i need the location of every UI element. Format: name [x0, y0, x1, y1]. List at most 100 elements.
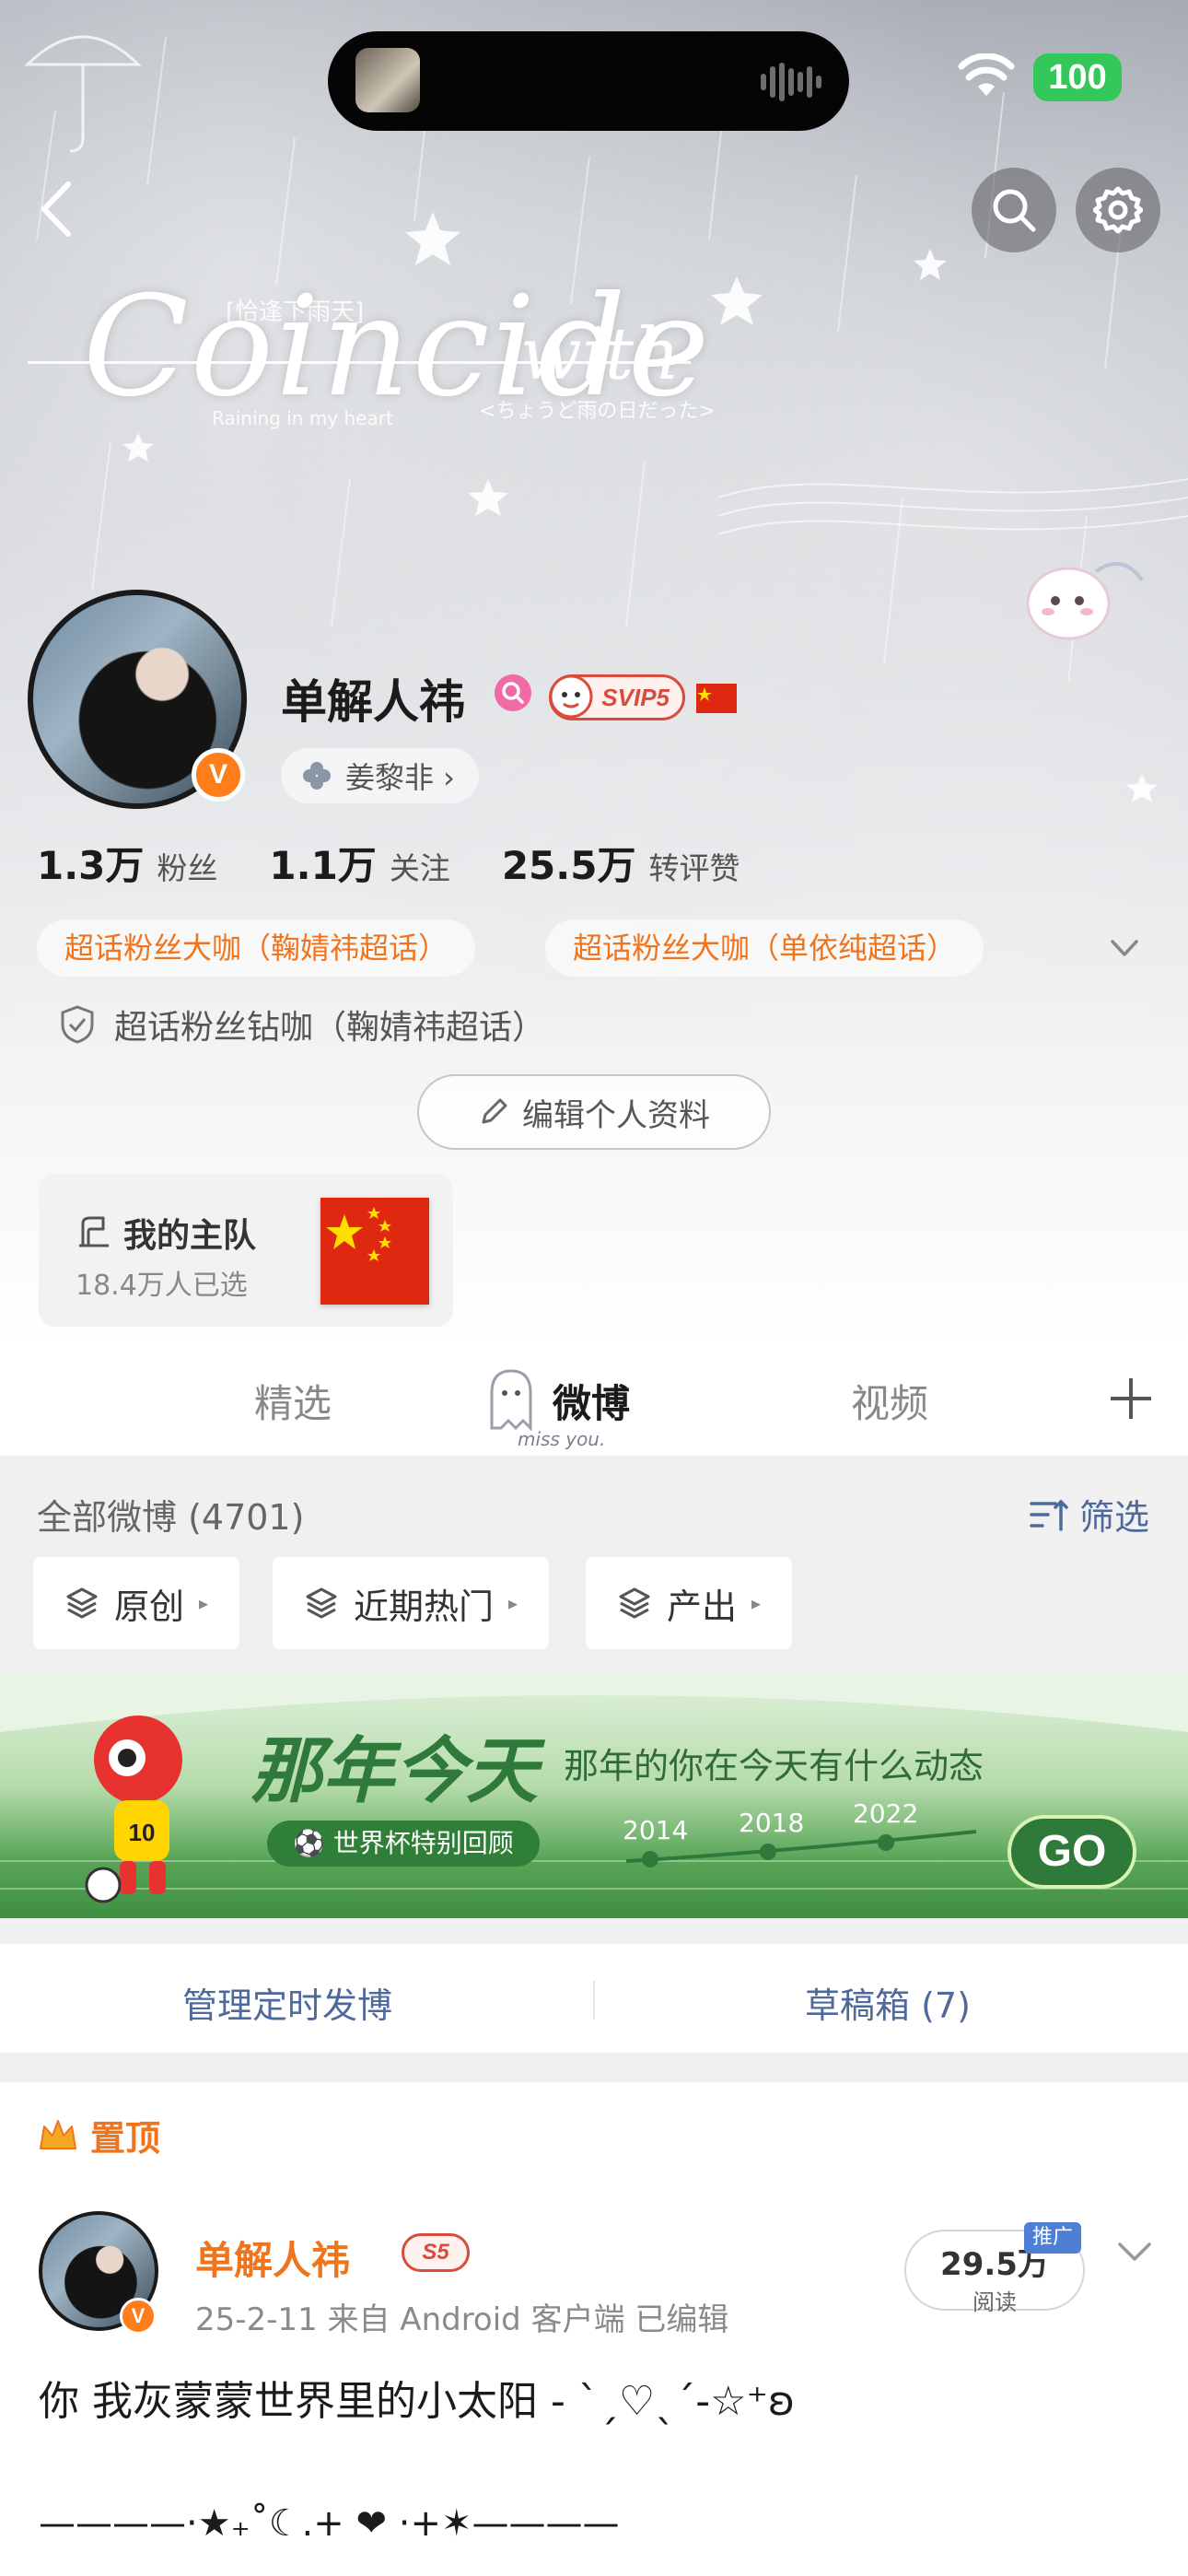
level-badge[interactable]: S5 [402, 2233, 470, 2272]
scheduled-posts-button[interactable]: 管理定时发博 [182, 1977, 392, 2028]
weibo-mascot-icon: 10 [85, 1715, 182, 1903]
profile-header-background: 100 [恰逢下雨天] Coincide with Raining in my … [0, 0, 1188, 1345]
bunny-sticker [1026, 562, 1144, 640]
tab-video[interactable]: 视频 [851, 1373, 928, 1429]
banner-subtitle: Raining in my heart [212, 407, 393, 429]
promo-year: 2022 [853, 1798, 919, 1829]
umbrella-decoration [24, 35, 142, 153]
banner-underline [28, 361, 691, 364]
interactions-count[interactable]: 25.5万 [502, 835, 636, 891]
profile-avatar[interactable]: V [28, 590, 247, 809]
wifi-icon [958, 53, 1015, 96]
profile-username: 单解人祎 [281, 675, 465, 729]
jersey-number: 10 [129, 1819, 156, 1846]
search-button[interactable] [972, 168, 1056, 252]
fan-group-link[interactable]: 姜黎非 › [281, 748, 479, 803]
post-decoration-line: ————·★₊˚☾.+ ❤ ·+✶———— [39, 2502, 620, 2545]
promo-title: 那年今天 [250, 1730, 539, 1813]
edit-profile-label: 编辑个人资料 [522, 1096, 710, 1134]
filter-button[interactable]: 筛选 [1028, 1489, 1149, 1540]
shield-icon [61, 1005, 94, 1044]
interactions-label[interactable]: 转评赞 [648, 844, 740, 888]
my-team-card[interactable]: 我的主队 18.4万人已选 [39, 1174, 453, 1327]
followers-label[interactable]: 粉丝 [157, 844, 217, 888]
promo-year: 2014 [623, 1815, 689, 1845]
tab-weibo[interactable]: 微博 [553, 1373, 630, 1429]
chevron-down-icon[interactable] [1109, 932, 1140, 964]
profile-tabs: 精选 微博 miss you. 视频 [0, 1345, 1188, 1456]
tab-featured[interactable]: 精选 [254, 1373, 332, 1429]
layers-icon [306, 1587, 337, 1619]
search-icon [993, 189, 1036, 232]
edit-profile-button[interactable]: 编辑个人资料 [417, 1074, 771, 1150]
on-this-day-banner[interactable]: 10 那年今天 那年的你在今天有什么动态 ⚽ 世界杯特别回顾 2014 2018… [0, 1677, 1188, 1918]
pencil-icon [482, 1098, 507, 1124]
promo-subtitle: 那年的你在今天有什么动态 [564, 1746, 984, 1786]
layers-icon [619, 1587, 650, 1619]
now-playing-artwork [355, 48, 420, 112]
diamond-tag[interactable]: 超话粉丝钻咖（鞠婧祎超话） [59, 1001, 545, 1048]
following-label[interactable]: 关注 [390, 844, 450, 888]
member-search-icon[interactable] [493, 673, 533, 713]
supertopic-tag[interactable]: 超话粉丝大咖（鞠婧祎超话） [37, 919, 476, 977]
gear-icon [1093, 186, 1143, 234]
filter-icon [1030, 1499, 1068, 1531]
team-icon [79, 1216, 109, 1247]
profile-stats: 1.3万 粉丝 1.1万 关注 25.5万 转评赞 [37, 835, 791, 891]
team-title: 我的主队 [123, 1217, 257, 1255]
promo-year: 2018 [739, 1808, 805, 1838]
caret-right-icon: ▸ [508, 1592, 518, 1614]
ghost-mascot-icon [490, 1369, 532, 1432]
post-filter-section: 全部微博 (4701) 筛选 原创 ▸ 近期热门 ▸ 产出 ▸ [0, 1456, 1188, 1677]
promo-pill: ⚽ 世界杯特别回顾 [267, 1821, 540, 1867]
layers-icon [66, 1587, 98, 1619]
pinned-text: 置顶 [90, 2118, 161, 2159]
post-meta: 25-2-11 来自 Android 客户端 已编辑 [195, 2301, 729, 2338]
filter-chip-original[interactable]: 原创 ▸ [33, 1557, 240, 1649]
filter-chip-output[interactable]: 产出 ▸ [586, 1557, 793, 1649]
filter-chip-trending[interactable]: 近期热门 ▸ [273, 1557, 550, 1649]
all-posts-count: 全部微博 (4701) [37, 1497, 305, 1538]
promote-tag[interactable]: 推广 [1024, 2222, 1081, 2254]
drafts-button[interactable]: 草稿箱 (7) [805, 1977, 971, 2028]
caret-right-icon: ▸ [751, 1592, 762, 1614]
audio-waveform-icon [761, 63, 821, 101]
team-china-flag [320, 1198, 429, 1305]
dynamic-island[interactable] [328, 31, 849, 131]
filter-chip-label: 产出 [667, 1586, 738, 1627]
back-arrow-icon[interactable] [26, 177, 90, 241]
filter-chip-label: 近期热门 [354, 1586, 495, 1627]
read-label: 阅读 [973, 2289, 1017, 2315]
china-flag-icon [696, 684, 737, 713]
banner-jp-caption: <ちょうど雨の日だった> [479, 400, 716, 423]
filter-label: 筛选 [1078, 1497, 1149, 1538]
chevron-down-icon[interactable] [1116, 2235, 1153, 2268]
filter-chip-label: 原创 [114, 1586, 185, 1627]
diamond-tag-label: 超话粉丝钻咖（鞠婧祎超话） [114, 1009, 546, 1047]
crown-icon [40, 2119, 76, 2149]
verified-badge: V [192, 748, 245, 802]
caret-right-icon: ▸ [199, 1592, 209, 1614]
supertopic-tags: 超话粉丝大咖（鞠婧祎超话） 超话粉丝大咖（单依纯超话） [37, 919, 1160, 978]
team-subtitle: 18.4万人已选 [76, 1270, 248, 1302]
post-author-name[interactable]: 单解人祎 [195, 2230, 350, 2286]
clover-icon [303, 762, 331, 790]
promo-pill-label: 世界杯特别回顾 [332, 1828, 514, 1858]
post-verified-badge: V [120, 2298, 157, 2335]
tab-caption: miss you. [518, 1428, 606, 1450]
section-divider [0, 2053, 1188, 2082]
add-tab-icon[interactable] [1105, 1373, 1157, 1424]
post-management-row: 管理定时发博 草稿箱 (7) [0, 1944, 1188, 2053]
battery-indicator: 100 [1033, 53, 1122, 101]
followers-count[interactable]: 1.3万 [37, 835, 144, 891]
post-body-text: 你 我灰蒙蒙世界里的小太阳 - ˋˏ♡ˎˊ-☆⁺ʚ [39, 2378, 796, 2425]
divider [593, 1981, 595, 2020]
following-count[interactable]: 1.1万 [269, 835, 376, 891]
supertopic-tag[interactable]: 超话粉丝大咖（单依纯超话） [545, 919, 984, 977]
go-button[interactable]: GO [1007, 1815, 1136, 1889]
fan-group-label: 姜黎非 › [345, 760, 455, 795]
svip-mascot-icon [549, 674, 593, 719]
settings-button[interactable] [1076, 168, 1160, 252]
section-divider [0, 1918, 1188, 1944]
pinned-label: 置顶 [37, 2110, 160, 2160]
